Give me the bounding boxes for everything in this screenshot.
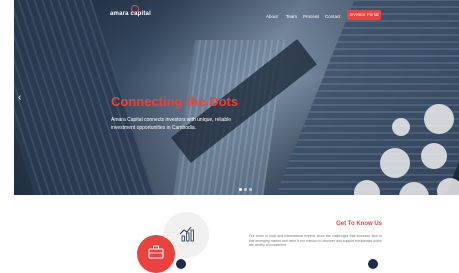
briefcase-icon bbox=[148, 245, 164, 259]
slider-dot[interactable] bbox=[249, 188, 252, 191]
decor-circle bbox=[392, 118, 410, 136]
hero-subtitle: Amara Capital connects investors with un… bbox=[111, 117, 232, 131]
decor-dot bbox=[368, 259, 378, 269]
decor-dot bbox=[176, 259, 186, 269]
nav-item-team[interactable]: Team bbox=[286, 14, 297, 19]
nav-item-contact[interactable]: Contact bbox=[325, 14, 341, 19]
slider-dots bbox=[239, 188, 252, 191]
about-title: Get To Know Us bbox=[336, 221, 382, 227]
site-logo[interactable]: amara capital bbox=[110, 11, 151, 17]
slider-dot[interactable] bbox=[244, 188, 247, 191]
decor-circle bbox=[424, 104, 454, 134]
nav-item-process[interactable]: Process bbox=[303, 14, 319, 19]
hero-banner: amara capital About Team Process Contact… bbox=[14, 0, 459, 195]
decor-circle bbox=[380, 148, 410, 178]
decor-circle bbox=[421, 143, 447, 169]
top-nav: amara capital About Team Process Contact… bbox=[14, 0, 459, 30]
chevron-left-icon[interactable]: ‹ bbox=[18, 92, 26, 104]
bar-chart-growth-icon bbox=[179, 226, 194, 242]
decor-circle bbox=[437, 178, 459, 195]
hero-headline: Connecting the Dots bbox=[111, 94, 239, 109]
investor-portal-button[interactable]: Investor Portal bbox=[347, 10, 381, 20]
nav-item-about[interactable]: About bbox=[266, 14, 278, 19]
about-text: Our team of local and international expe… bbox=[249, 234, 382, 248]
slider-dot[interactable] bbox=[239, 188, 242, 191]
